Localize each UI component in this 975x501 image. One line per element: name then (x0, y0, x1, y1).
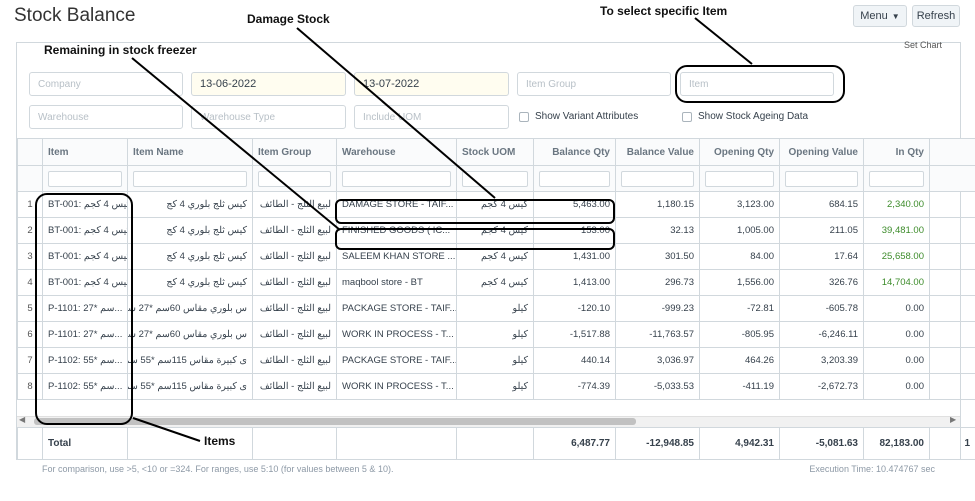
arrow-remaining-freezer (131, 57, 341, 231)
arrow-items (132, 417, 201, 442)
arrow-select-item (694, 17, 753, 65)
annotation-arrows (131, 17, 753, 442)
arrow-damage-stock (296, 27, 496, 199)
